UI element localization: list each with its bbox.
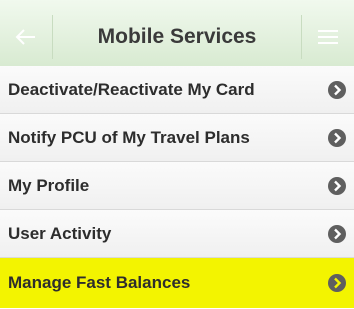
services-menu: Deactivate/Reactivate My Card Notify PCU… [0,66,354,308]
menu-item-notify-travel-plans[interactable]: Notify PCU of My Travel Plans [0,114,354,162]
chevron-right-circle-icon [328,224,346,243]
hamburger-menu-icon [318,30,338,44]
menu-item-label: Manage Fast Balances [8,273,191,292]
back-button[interactable] [0,15,53,59]
page-title: Mobile Services [97,25,257,48]
menu-item-label: Notify PCU of My Travel Plans [8,127,250,147]
menu-item-deactivate-reactivate-card[interactable]: Deactivate/Reactivate My Card [0,66,354,114]
chevron-right-circle-icon [328,128,346,147]
menu-item-label: Deactivate/Reactivate My Card [8,79,255,99]
menu-item-label: My Profile [8,175,90,195]
back-arrow-icon [15,29,35,45]
menu-item-manage-fast-balances[interactable]: Manage Fast Balances [0,258,354,308]
menu-item-user-activity[interactable]: User Activity [0,210,354,258]
chevron-right-circle-icon [328,176,346,195]
header-bar: Mobile Services [0,0,354,72]
menu-item-label: User Activity [8,223,112,243]
chevron-right-circle-icon [328,80,346,99]
menu-button[interactable] [301,15,354,59]
chevron-right-circle-icon [328,274,346,292]
menu-item-my-profile[interactable]: My Profile [0,162,354,210]
